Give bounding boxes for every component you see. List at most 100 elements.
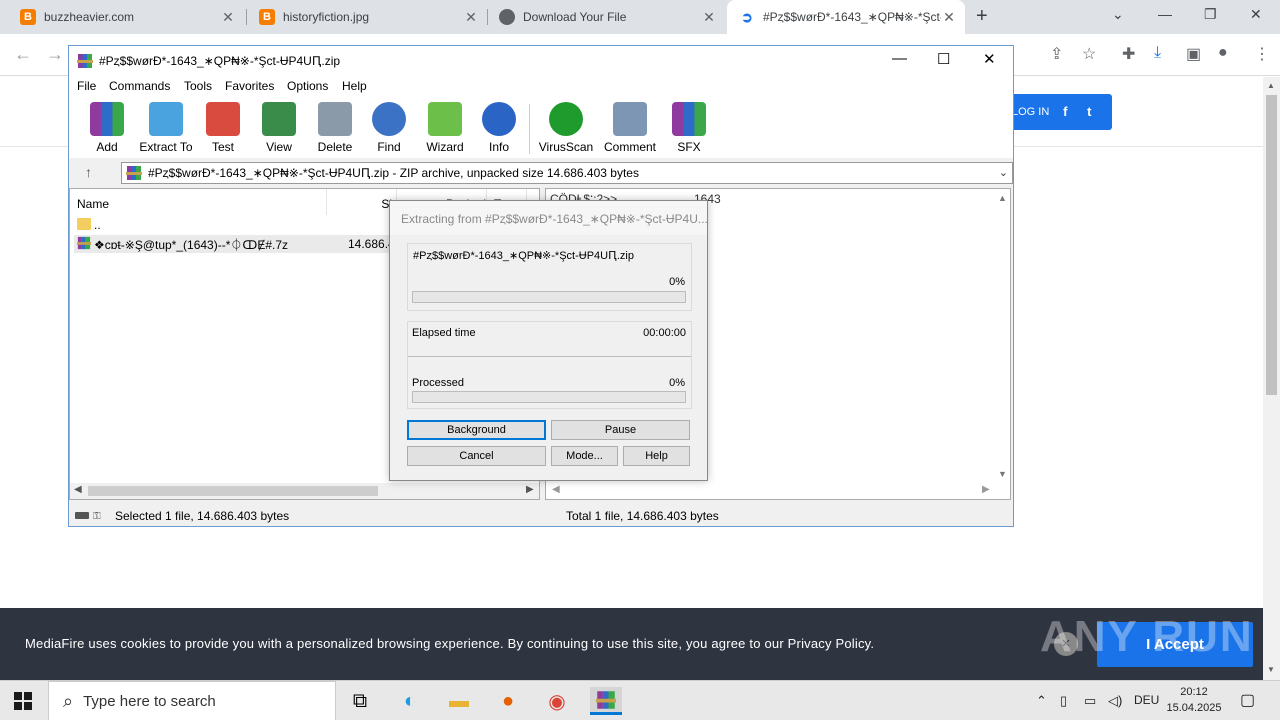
minimize-icon[interactable]: — — [892, 50, 907, 67]
info-button[interactable]: Info — [479, 102, 519, 154]
firefox-icon[interactable]: ● — [492, 687, 524, 715]
menu-help[interactable]: Help — [342, 79, 367, 93]
mode-button[interactable]: Mode... — [551, 446, 618, 466]
tab-download-your-file[interactable]: Download Your File ✕ — [487, 0, 725, 34]
horizontal-scrollbar[interactable]: ◀ ▶ — [70, 483, 539, 499]
scroll-thumb[interactable] — [88, 486, 378, 496]
extract-folder-icon — [149, 102, 183, 136]
volume-icon[interactable]: ◁) — [1108, 693, 1122, 709]
edge-icon[interactable]: ◐ — [394, 687, 426, 715]
virus-scan-icon — [549, 102, 583, 136]
delete-button[interactable]: Delete — [313, 102, 357, 154]
close-icon[interactable]: ✕ — [701, 9, 717, 26]
scroll-down-icon[interactable]: ▼ — [1267, 665, 1275, 674]
scroll-right-icon[interactable]: ▶ — [982, 484, 990, 495]
tool-label: Comment — [603, 140, 656, 154]
test-button[interactable]: Test — [205, 102, 241, 154]
cancel-button[interactable]: Cancel — [407, 446, 546, 466]
restore-icon[interactable]: ❐ — [1204, 6, 1217, 23]
taskbar-search-box[interactable]: ⌕ Type here to search — [48, 681, 336, 720]
menu-options[interactable]: Options — [287, 79, 328, 93]
bookmark-star-icon[interactable]: ☆ — [1082, 44, 1096, 64]
menu-icon[interactable]: ⋮ — [1254, 44, 1270, 64]
device-icon[interactable]: ▯ — [1060, 693, 1067, 709]
extract-dialog: Extracting from #Pȥ$$wørĐ*-1643_∗QP₦※-*Ş… — [389, 200, 708, 481]
scroll-up-icon[interactable]: ▲ — [1267, 81, 1275, 90]
minimize-icon[interactable]: — — [1158, 6, 1172, 22]
close-window-icon[interactable]: ✕ — [983, 50, 996, 68]
column-name[interactable]: Name — [70, 189, 327, 215]
close-icon[interactable]: ✕ — [941, 9, 957, 26]
find-button[interactable]: Find — [369, 102, 409, 154]
file-explorer-icon[interactable]: ▬ — [443, 687, 475, 715]
vertical-scrollbar[interactable]: ▲ ▼ — [994, 189, 1010, 483]
chrome-icon[interactable]: ◉ — [541, 687, 573, 715]
login-button[interactable]: LOG IN f t — [1000, 94, 1112, 130]
tab-search-icon[interactable]: ⌄ — [1112, 6, 1124, 23]
tab-historyfiction[interactable]: B historyfiction.jpg ✕ — [247, 0, 487, 34]
sfx-button[interactable]: SFX — [669, 102, 709, 154]
scroll-right-icon[interactable]: ▶ — [526, 484, 534, 495]
winrar-taskbar-icon[interactable] — [590, 687, 622, 715]
sfx-icon — [672, 102, 706, 136]
back-icon[interactable]: ← — [14, 44, 32, 65]
share-icon[interactable]: ⇪ — [1050, 44, 1063, 64]
dialog-title[interactable]: Extracting from #Pȥ$$wørĐ*-1643_∗QP₦※-*Ş… — [390, 201, 707, 235]
close-icon[interactable]: ✕ — [220, 9, 236, 26]
page-scrollbar[interactable]: ▲ ▼ — [1263, 77, 1280, 680]
new-tab-button[interactable]: + — [976, 5, 988, 28]
elapsed-label: Elapsed time — [412, 327, 476, 339]
close-window-icon[interactable]: ✕ — [1250, 6, 1262, 23]
close-icon[interactable]: ✕ — [463, 9, 479, 26]
scroll-up-icon[interactable]: ▲ — [998, 193, 1007, 203]
menu-file[interactable]: File — [77, 79, 96, 93]
winrar-toolbar: Add Extract To Test View Delete Find Wiz… — [69, 96, 1013, 158]
menu-tools[interactable]: Tools — [184, 79, 212, 93]
profile-avatar-icon[interactable]: ● — [1218, 44, 1228, 62]
wizard-button[interactable]: Wizard — [423, 102, 467, 154]
view-button[interactable]: View — [257, 102, 301, 154]
pause-button[interactable]: Pause — [551, 420, 690, 440]
tool-label: Info — [488, 140, 509, 154]
twitter-icon[interactable]: t — [1081, 104, 1097, 120]
horizontal-scrollbar[interactable]: ◀ ▶ — [546, 483, 1010, 499]
menu-favorites[interactable]: Favorites — [225, 79, 274, 93]
up-arrow-icon[interactable]: ↑ — [85, 164, 92, 180]
network-icon[interactable]: ▭ — [1084, 693, 1096, 709]
tab-buzzheavier[interactable]: B buzzheavier.com ✕ — [8, 0, 244, 34]
winrar-titlebar[interactable]: #Pȥ$$wørĐ*-1643_∗QP₦※-*Şct-ɄP4UԤ.zip — ☐… — [69, 46, 1013, 76]
taskbar-clock[interactable]: 20:12 15.04.2025 — [1162, 684, 1226, 716]
archive-path-field[interactable]: #Pȥ$$wørĐ*-1643_∗QP₦※-*Şct-ɄP4UԤ.zip - Z… — [121, 162, 1013, 184]
windows-start-icon[interactable] — [14, 692, 32, 710]
add-button[interactable]: Add — [87, 102, 127, 154]
forward-icon[interactable]: → — [46, 44, 64, 65]
extensions-icon[interactable]: ✚ — [1122, 44, 1135, 64]
chevron-down-icon[interactable]: ⌄ — [999, 163, 1008, 183]
cookie-text: MediaFire uses cookies to provide you wi… — [25, 636, 875, 651]
tab-label: #Pȥ$$wørĐ*-1643_∗QP₦※-*Şct-ɄP4UԤ — [763, 10, 941, 24]
scroll-left-icon[interactable]: ◀ — [74, 484, 82, 495]
column-size[interactable]: Si — [327, 189, 397, 215]
scroll-down-icon[interactable]: ▼ — [998, 469, 1007, 479]
help-button[interactable]: Help — [623, 446, 690, 466]
language-indicator[interactable]: DEU — [1134, 693, 1159, 707]
task-view-icon[interactable]: ⧉ — [344, 687, 376, 715]
comment-button[interactable]: Comment — [601, 102, 659, 154]
facebook-icon[interactable]: f — [1057, 104, 1073, 120]
archive-icon — [77, 236, 91, 250]
clock-time: 20:12 — [1180, 686, 1208, 698]
folder-icon — [77, 218, 91, 230]
tab-mediafire-active[interactable]: ➲ #Pȥ$$wørĐ*-1643_∗QP₦※-*Şct-ɄP4UԤ ✕ — [727, 0, 965, 34]
extract-to-button[interactable]: Extract To — [137, 102, 195, 154]
chevron-up-icon[interactable]: ⌃ — [1036, 693, 1047, 709]
scroll-thumb[interactable] — [1266, 95, 1277, 395]
background-button[interactable]: Background — [407, 420, 546, 440]
notification-icon[interactable]: ▢ — [1240, 690, 1255, 710]
menu-commands[interactable]: Commands — [109, 79, 170, 93]
scroll-left-icon[interactable]: ◀ — [552, 484, 560, 495]
winrar-icon — [596, 690, 616, 709]
download-icon[interactable]: ⤓ — [1154, 44, 1161, 62]
maximize-icon[interactable]: ☐ — [937, 50, 950, 68]
side-panel-icon[interactable]: ▣ — [1186, 44, 1201, 64]
virusscan-button[interactable]: VirusScan — [537, 102, 595, 154]
